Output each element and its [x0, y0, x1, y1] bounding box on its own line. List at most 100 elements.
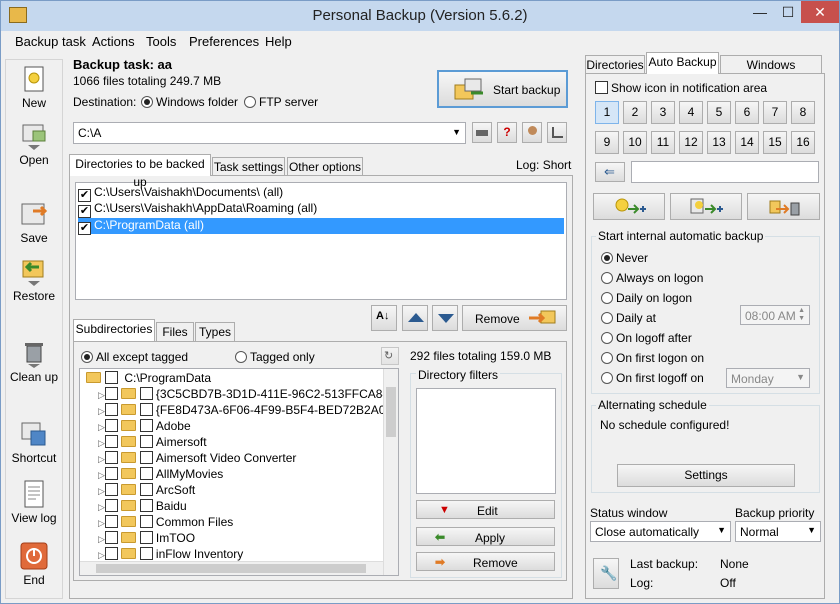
- minimize-button[interactable]: —: [745, 1, 775, 23]
- slot-button-5[interactable]: 5: [707, 101, 731, 124]
- open-button[interactable]: Open: [9, 121, 59, 167]
- slot-button-6[interactable]: 6: [735, 101, 759, 124]
- tab-types[interactable]: Types: [195, 322, 235, 342]
- destination-path-combo[interactable]: C:\A ▼: [73, 122, 466, 144]
- clean-up-button[interactable]: Clean up: [9, 338, 59, 384]
- filter-apply-button[interactable]: ⬅ Apply: [416, 527, 555, 546]
- scroll-thumb[interactable]: [96, 564, 366, 573]
- tree-checkbox[interactable]: [104, 435, 118, 448]
- tab-directories[interactable]: Directories: [585, 55, 645, 75]
- tree-item[interactable]: ▷ Aimersoft Video Converter: [98, 451, 296, 465]
- menu-backup-task[interactable]: Backup task: [15, 34, 86, 49]
- tree-checkbox[interactable]: [104, 419, 118, 432]
- slot-button-11[interactable]: 11: [651, 131, 675, 154]
- option-on-first-logon[interactable]: On first logon on: [601, 351, 704, 365]
- move-down-button[interactable]: [432, 305, 458, 331]
- menu-help[interactable]: Help: [265, 34, 292, 49]
- refresh-button[interactable]: ↻: [381, 347, 399, 365]
- slot-button-8[interactable]: 8: [791, 101, 815, 124]
- add-autostart-button[interactable]: [593, 193, 665, 220]
- tree-item[interactable]: ▷ Common Files: [98, 515, 233, 529]
- tree-item[interactable]: ▷ {3C5CBD7B-3D1D-411E-96C2-513FFCA84D2D}: [98, 387, 398, 401]
- option-daily-on-logon[interactable]: Daily on logon: [601, 291, 692, 305]
- tree-item[interactable]: ▷ AllMyMovies: [98, 467, 223, 481]
- show-icon-checkbox[interactable]: Show icon in notification area: [595, 81, 767, 95]
- dest-ftp-radio[interactable]: FTP server: [244, 95, 318, 109]
- tree-root[interactable]: C:\ProgramData: [86, 371, 211, 385]
- tree-checkbox[interactable]: [139, 483, 153, 496]
- tree-checkbox[interactable]: [139, 499, 153, 512]
- task-name-field[interactable]: [631, 161, 819, 183]
- tree-checkbox[interactable]: [139, 531, 153, 544]
- option-on-first-logoff[interactable]: On first logoff on: [601, 371, 704, 385]
- slot-button-16[interactable]: 16: [791, 131, 815, 154]
- end-button[interactable]: End: [9, 541, 59, 587]
- tree-button[interactable]: [547, 122, 567, 143]
- slot-button-13[interactable]: 13: [707, 131, 731, 154]
- tree-checkbox[interactable]: [139, 467, 153, 480]
- tree-item[interactable]: ▷ ImTOO: [98, 531, 195, 545]
- tree-checkbox[interactable]: [104, 403, 118, 416]
- view-log-button[interactable]: View log: [9, 479, 59, 525]
- directory-filters-list[interactable]: [416, 388, 556, 494]
- tree-checkbox[interactable]: [139, 515, 153, 528]
- tree-checkbox[interactable]: [105, 371, 118, 384]
- slot-button-12[interactable]: 12: [679, 131, 703, 154]
- option-daily-at[interactable]: Daily at: [601, 311, 656, 325]
- slot-button-1[interactable]: 1: [595, 101, 619, 124]
- tree-checkbox[interactable]: [104, 451, 118, 464]
- start-backup-button[interactable]: Start backup: [437, 70, 568, 108]
- status-window-select[interactable]: Close automatically ▼: [590, 521, 731, 542]
- info-button[interactable]: 🔧: [593, 558, 619, 589]
- new-button[interactable]: New: [9, 64, 59, 110]
- tree-horizontal-scrollbar[interactable]: [80, 561, 383, 575]
- tab-subdirectories[interactable]: Subdirectories: [73, 319, 155, 341]
- option-never[interactable]: Never: [601, 251, 648, 265]
- tree-checkbox[interactable]: [139, 419, 153, 432]
- tagged-only-radio[interactable]: Tagged only: [235, 350, 315, 364]
- menu-tools[interactable]: Tools: [146, 34, 176, 49]
- tree-item[interactable]: ▷ inFlow Inventory: [98, 547, 243, 561]
- scroll-thumb[interactable]: [386, 387, 396, 437]
- sort-button[interactable]: A↓: [371, 305, 397, 331]
- back-button[interactable]: ⇐: [595, 162, 625, 182]
- remove-autostart-button[interactable]: [747, 193, 820, 220]
- tree-item[interactable]: ▷ Adobe: [98, 419, 191, 433]
- tab-auto-backup[interactable]: Auto Backup: [646, 52, 719, 74]
- shortcut-button[interactable]: Shortcut: [9, 419, 59, 465]
- daily-time-spinner[interactable]: 08:00 AM ▲ ▼: [740, 305, 810, 325]
- tree-checkbox[interactable]: [139, 403, 153, 416]
- menu-preferences[interactable]: Preferences: [189, 34, 259, 49]
- tab-task-settings[interactable]: Task settings: [212, 157, 285, 177]
- restore-button[interactable]: Restore: [9, 257, 59, 303]
- tree-checkbox[interactable]: [139, 435, 153, 448]
- tree-checkbox[interactable]: [104, 483, 118, 496]
- slot-button-2[interactable]: 2: [623, 101, 647, 124]
- tree-checkbox[interactable]: [104, 467, 118, 480]
- directory-checkbox[interactable]: ✔: [78, 222, 91, 235]
- remove-directory-button[interactable]: Remove: [462, 305, 567, 331]
- tree-checkbox[interactable]: [104, 531, 118, 544]
- save-button[interactable]: Save: [9, 199, 59, 245]
- filter-remove-button[interactable]: ➡ Remove: [416, 552, 555, 571]
- tab-files[interactable]: Files: [156, 322, 194, 342]
- slot-button-15[interactable]: 15: [763, 131, 787, 154]
- help-button[interactable]: ?: [497, 122, 517, 143]
- tree-checkbox[interactable]: [104, 387, 118, 400]
- tree-checkbox[interactable]: [104, 547, 118, 560]
- tree-item[interactable]: ▷ Baidu: [98, 499, 187, 513]
- tree-item[interactable]: ▷ Aimersoft: [98, 435, 207, 449]
- backup-priority-select[interactable]: Normal ▼: [735, 521, 821, 542]
- tree-checkbox[interactable]: [104, 499, 118, 512]
- drive-button[interactable]: [472, 122, 492, 143]
- tree-checkbox[interactable]: [139, 387, 153, 400]
- tree-checkbox[interactable]: [139, 547, 153, 560]
- maximize-button[interactable]: ☐: [773, 1, 803, 23]
- slot-button-10[interactable]: 10: [623, 131, 647, 154]
- add-backup-button[interactable]: [670, 193, 742, 220]
- move-up-button[interactable]: [402, 305, 428, 331]
- slot-button-4[interactable]: 4: [679, 101, 703, 124]
- tree-item[interactable]: ▷ {FE8D473A-6F06-4F99-B5F4-BED72B2A038C}: [98, 403, 398, 417]
- option-always-on-logon[interactable]: Always on logon: [601, 271, 703, 285]
- directory-row[interactable]: ✔ C:\Users\Vaishakh\Documents\ (all): [78, 185, 564, 202]
